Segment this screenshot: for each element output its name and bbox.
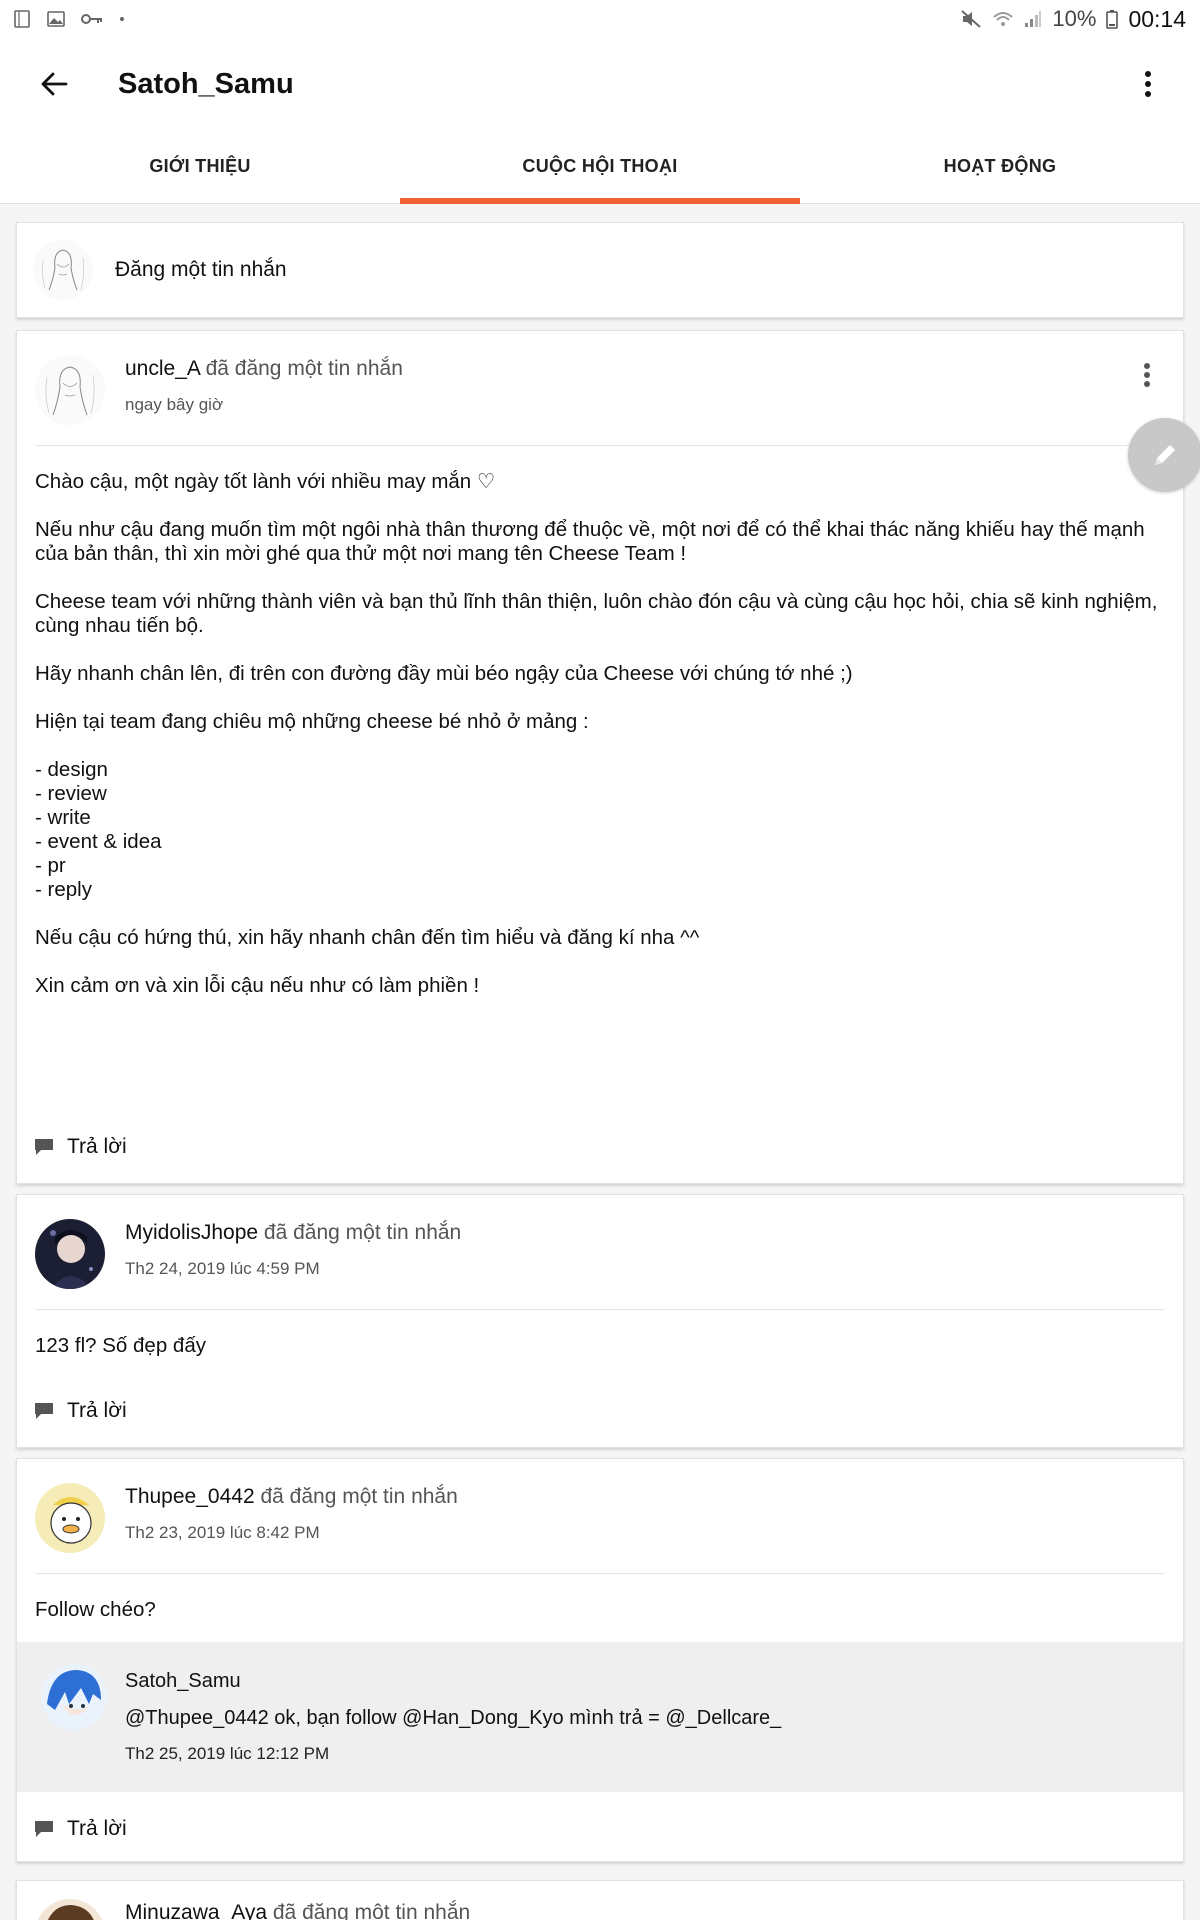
post-meta: Minuzawa_Aya đã đăng một tin nhắn <box>125 1899 470 1920</box>
post-paragraph: Cheese team với những thành viên và bạn … <box>35 590 1158 637</box>
reply-author[interactable]: Satoh_Samu <box>125 1670 781 1693</box>
message-card: Thupee_0442 đã đăng một tin nhắn Th2 23,… <box>16 1458 1184 1862</box>
signal-icon <box>1025 11 1042 27</box>
pencil-icon <box>1155 445 1175 465</box>
sim-card-icon <box>14 10 30 28</box>
status-bar: 10% 00:14 <box>0 0 1200 38</box>
post-header: Minuzawa_Aya đã đăng một tin nhắn <box>17 1881 1183 1920</box>
post-paragraph: Follow chéo? <box>35 1598 156 1621</box>
message-card: MyidolisJhope đã đăng một tin nhắn Th2 2… <box>16 1194 1184 1448</box>
reply-meta: Satoh_Samu @Thupee_0442 ok, bạn follow @… <box>125 1664 781 1792</box>
sketch-avatar-icon <box>33 240 93 300</box>
more-vert-icon <box>1145 71 1151 97</box>
reply-button[interactable]: Trả lời <box>33 1135 127 1159</box>
reply-button[interactable]: Trả lời <box>33 1817 127 1841</box>
more-vert-icon <box>1144 363 1150 387</box>
image-icon <box>47 11 65 27</box>
author-name[interactable]: uncle_A <box>125 357 200 380</box>
status-bar-left <box>12 9 126 29</box>
battery-percent: 10% <box>1052 6 1097 31</box>
compose-label: Đăng một tin nhắn <box>115 258 287 281</box>
post-verb: đã đăng một tin nhắn <box>260 1485 458 1508</box>
mute-icon <box>961 10 982 28</box>
post-paragraph: - design - review - write - event & idea… <box>35 758 162 901</box>
post-meta: MyidolisJhope đã đăng một tin nhắn Th2 2… <box>125 1219 461 1279</box>
post-header: uncle_A đã đăng một tin nhắn ngay bây gi… <box>17 331 1183 425</box>
post-timestamp: ngay bây giờ <box>125 395 224 414</box>
post-author-line: Minuzawa_Aya đã đăng một tin nhắn <box>125 1901 470 1920</box>
sketch-avatar-icon <box>35 355 105 425</box>
dot-icon <box>120 17 124 21</box>
tab-about[interactable]: GIỚI THIỆU <box>0 130 400 203</box>
post-body: Follow chéo? <box>17 1574 1183 1622</box>
author-name[interactable]: Minuzawa_Aya <box>125 1901 267 1920</box>
post-meta: uncle_A đã đăng một tin nhắn ngay bây gi… <box>125 355 403 415</box>
wifi-icon <box>993 12 1014 26</box>
avatar[interactable] <box>35 355 105 425</box>
avatar[interactable] <box>35 1219 105 1289</box>
reply-label: Trả lời <box>67 1399 127 1422</box>
reply-label: Trả lời <box>67 1135 127 1158</box>
key-icon <box>81 14 102 24</box>
post-more-button[interactable] <box>1131 355 1163 395</box>
reply-timestamp: Th2 25, 2019 lúc 12:12 PM <box>125 1744 330 1763</box>
reply-thread-item: Satoh_Samu @Thupee_0442 ok, bạn follow @… <box>17 1642 1183 1792</box>
status-bar-right: 10% 00:14 <box>960 6 1186 33</box>
post-paragraph: 123 fl? Số đẹp đấy <box>35 1334 206 1357</box>
anime-avatar-icon <box>35 1899 105 1920</box>
post-paragraph: Nếu cậu có hứng thú, xin hãy nhanh chân … <box>35 926 700 949</box>
avatar[interactable] <box>35 1483 105 1553</box>
overflow-menu-button[interactable] <box>1118 54 1178 114</box>
post-verb: đã đăng một tin nhắn <box>263 1221 462 1244</box>
photo-avatar-icon <box>35 1219 105 1289</box>
post-paragraph: Hiện tại team đang chiêu mộ những cheese… <box>35 710 589 733</box>
reply-label: Trả lời <box>67 1817 127 1840</box>
post-author-line: MyidolisJhope đã đăng một tin nhắn <box>125 1221 461 1245</box>
back-button[interactable] <box>24 54 84 114</box>
avatar[interactable] <box>41 1664 107 1730</box>
post-paragraph: Xin cảm ơn và xin lỗi cậu nếu như có làm… <box>35 974 480 997</box>
battery-icon <box>1106 10 1119 29</box>
post-paragraph: Hãy nhanh chân lên, đi trên con đường đầ… <box>35 662 853 685</box>
author-name[interactable]: Thupee_0442 <box>125 1485 255 1508</box>
post-header: MyidolisJhope đã đăng một tin nhắn Th2 2… <box>17 1195 1183 1289</box>
avatar <box>33 240 93 300</box>
tab-bar: GIỚI THIỆU CUỘC HỘI THOẠI HOẠT ĐỘNG <box>0 130 1200 204</box>
app-bar: Satoh_Samu <box>0 38 1200 130</box>
comment-icon <box>35 1403 53 1419</box>
compose-message-card[interactable]: Đăng một tin nhắn <box>16 222 1184 318</box>
author-name[interactable]: MyidolisJhope <box>125 1221 258 1244</box>
page-title: Satoh_Samu <box>118 67 294 100</box>
anime-avatar-icon <box>41 1664 107 1730</box>
tab-conversations[interactable]: CUỘC HỘI THOẠI <box>400 130 800 204</box>
message-card: Minuzawa_Aya đã đăng một tin nhắn <box>16 1880 1184 1920</box>
post-paragraph: Nếu như cậu đang muốn tìm một ngôi nhà t… <box>35 518 1145 565</box>
arrow-left-icon <box>41 72 68 96</box>
tab-activity[interactable]: HOẠT ĐỘNG <box>800 130 1200 203</box>
comment-icon <box>35 1821 53 1837</box>
post-body: 123 fl? Số đẹp đấy <box>17 1310 1183 1358</box>
post-author-line: Thupee_0442 đã đăng một tin nhắn <box>125 1485 458 1509</box>
post-timestamp: Th2 24, 2019 lúc 4:59 PM <box>125 1259 320 1278</box>
post-paragraph: Chào cậu, một ngày tốt lành với nhiều ma… <box>35 470 496 493</box>
message-card: uncle_A đã đăng một tin nhắn ngay bây gi… <box>16 330 1184 1184</box>
reply-text: @Thupee_0442 ok, bạn follow @Han_Dong_Ky… <box>125 1707 782 1729</box>
post-header: Thupee_0442 đã đăng một tin nhắn Th2 23,… <box>17 1459 1183 1553</box>
post-verb: đã đăng một tin nhắn <box>205 357 403 380</box>
post-author-line: uncle_A đã đăng một tin nhắn <box>125 357 403 381</box>
compose-fab-button[interactable] <box>1128 418 1200 492</box>
avatar[interactable] <box>35 1899 105 1920</box>
post-verb: đã đăng một tin nhắn <box>272 1901 471 1920</box>
post-body: Chào cậu, một ngày tốt lành với nhiều ma… <box>17 446 1183 998</box>
reply-button[interactable]: Trả lời <box>33 1399 127 1423</box>
comment-icon <box>35 1139 53 1155</box>
post-timestamp: Th2 23, 2019 lúc 8:42 PM <box>125 1523 320 1542</box>
duck-avatar-icon <box>35 1483 105 1553</box>
post-meta: Thupee_0442 đã đăng một tin nhắn Th2 23,… <box>125 1483 458 1543</box>
clock: 00:14 <box>1128 5 1186 32</box>
